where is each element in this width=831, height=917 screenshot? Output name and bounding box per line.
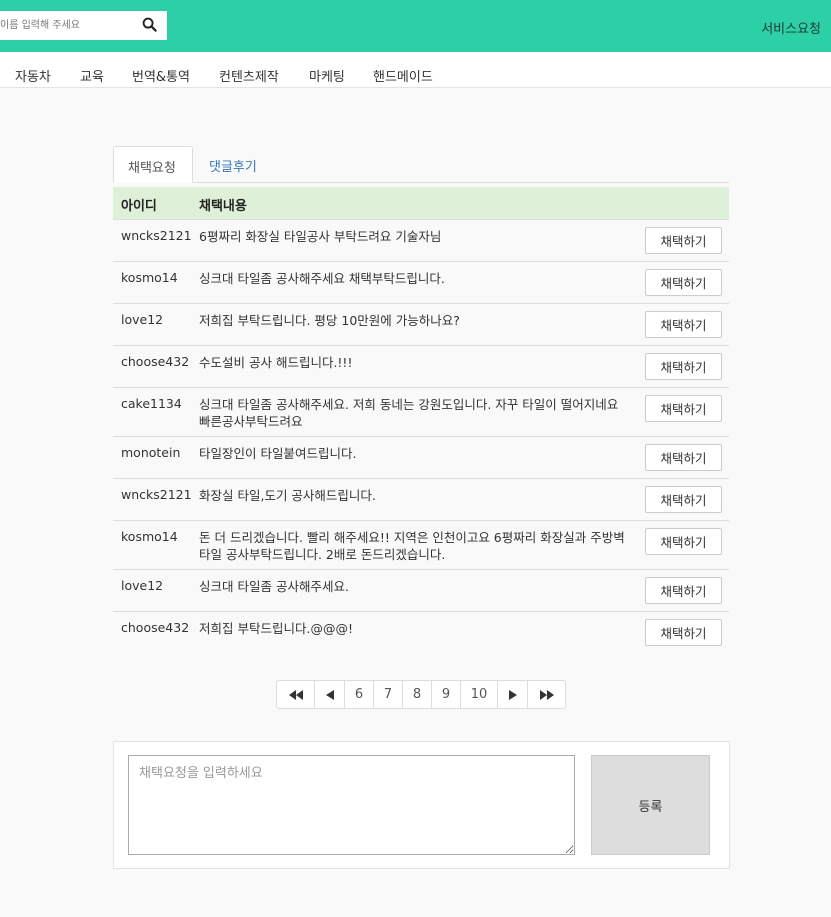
search-box bbox=[0, 11, 167, 40]
table-row: kosmo14 싱크대 타일좀 공사해주세요 채택부탁드립니다. 채택하기 bbox=[113, 261, 729, 303]
table-header: 아이디 채택내용 bbox=[113, 187, 729, 219]
prev-page-icon[interactable] bbox=[314, 681, 344, 708]
next-page-icon[interactable] bbox=[497, 681, 527, 708]
first-page-icon[interactable] bbox=[277, 681, 314, 708]
adopt-button[interactable]: 채택하기 bbox=[645, 444, 722, 471]
row-user-id: love12 bbox=[121, 312, 164, 327]
category-marketing[interactable]: 마케팅 bbox=[309, 66, 345, 85]
row-user-id: choose432 bbox=[121, 620, 190, 635]
row-user-id: choose432 bbox=[121, 354, 190, 369]
row-user-id: kosmo14 bbox=[121, 270, 178, 285]
table-row: kosmo14 돈 더 드리겠습니다. 빨리 해주세요!! 지역은 인천이고요 … bbox=[113, 520, 729, 569]
top-header: 서비스요청 bbox=[0, 0, 831, 52]
tab-comment-review[interactable]: 댓글후기 bbox=[195, 146, 271, 183]
category-content[interactable]: 컨텐츠제작 bbox=[219, 66, 279, 85]
row-content: 싱크대 타일좀 공사해주세요. bbox=[199, 579, 349, 594]
row-user-id: love12 bbox=[121, 578, 164, 593]
row-content: 저희집 부탁드립니다.@@@! bbox=[199, 621, 353, 636]
category-education[interactable]: 교육 bbox=[80, 66, 104, 85]
table-row: love12 저희집 부탁드립니다. 평당 10만원에 가능하나요? 채택하기 bbox=[113, 303, 729, 345]
row-content: 타일장인이 타일붙여드립니다. bbox=[199, 446, 357, 461]
table-row: cake1134 싱크대 타일좀 공사해주세요. 저희 동네는 강원도입니다. … bbox=[113, 387, 729, 436]
row-user-id: wncks2121 bbox=[121, 487, 192, 502]
page-link[interactable]: 6 bbox=[344, 681, 373, 708]
adopt-button[interactable]: 채택하기 bbox=[645, 353, 722, 380]
row-content: 6평짜리 화장실 타일공사 부탁드려요 기술자님 bbox=[199, 229, 442, 244]
row-content: 돈 더 드리겠습니다. 빨리 해주세요!! 지역은 인천이고요 6평짜리 화장실… bbox=[199, 530, 625, 562]
page-link[interactable]: 10 bbox=[460, 681, 497, 708]
last-page-icon[interactable] bbox=[527, 681, 565, 708]
request-compose-panel: 등록 bbox=[113, 741, 730, 869]
page-link[interactable]: 9 bbox=[431, 681, 460, 708]
category-handmade[interactable]: 핸드메이드 bbox=[373, 66, 433, 85]
search-input[interactable] bbox=[0, 11, 140, 40]
table-row: wncks2121 화장실 타일,도기 공사해드립니다. 채택하기 bbox=[113, 478, 729, 520]
adopt-button[interactable]: 채택하기 bbox=[645, 269, 722, 296]
request-table: 아이디 채택내용 wncks2121 6평짜리 화장실 타일공사 부탁드려요 기… bbox=[113, 187, 729, 653]
adopt-button[interactable]: 채택하기 bbox=[645, 311, 722, 338]
adopt-button[interactable]: 채택하기 bbox=[645, 528, 722, 555]
adopt-button[interactable]: 채택하기 bbox=[645, 395, 722, 422]
table-row: wncks2121 6평짜리 화장실 타일공사 부탁드려요 기술자님 채택하기 bbox=[113, 219, 729, 261]
register-button[interactable]: 등록 bbox=[591, 755, 710, 855]
row-user-id: monotein bbox=[121, 445, 181, 460]
row-user-id: kosmo14 bbox=[121, 529, 178, 544]
adopt-button[interactable]: 채택하기 bbox=[645, 227, 722, 254]
column-header-content: 채택내용 bbox=[199, 199, 247, 214]
search-icon[interactable] bbox=[142, 17, 157, 32]
row-content: 저희집 부탁드립니다. 평당 10만원에 가능하나요? bbox=[199, 313, 460, 328]
request-textarea[interactable] bbox=[128, 755, 575, 855]
adopt-button[interactable]: 채택하기 bbox=[645, 486, 722, 513]
row-user-id: wncks2121 bbox=[121, 228, 192, 243]
service-request-link[interactable]: 서비스요청 bbox=[761, 18, 821, 37]
adopt-button[interactable]: 채택하기 bbox=[645, 619, 722, 646]
row-content: 싱크대 타일좀 공사해주세요 채택부탁드립니다. bbox=[199, 271, 445, 286]
tab-bar: 채택요청 댓글후기 bbox=[113, 146, 729, 183]
table-row: choose432 저희집 부탁드립니다.@@@! 채택하기 bbox=[113, 611, 729, 653]
column-header-id: 아이디 bbox=[121, 199, 157, 214]
row-content: 화장실 타일,도기 공사해드립니다. bbox=[199, 488, 376, 503]
adopt-button[interactable]: 채택하기 bbox=[645, 577, 722, 604]
table-row: choose432 수도설비 공사 해드립니다.!!! 채택하기 bbox=[113, 345, 729, 387]
row-content: 수도설비 공사 해드립니다.!!! bbox=[199, 355, 353, 370]
row-user-id: cake1134 bbox=[121, 396, 182, 411]
category-nav: 자동차 교육 번역&통역 컨텐츠제작 마케팅 핸드메이드 bbox=[0, 52, 831, 88]
row-content: 싱크대 타일좀 공사해주세요. 저희 동네는 강원도입니다. 자꾸 타일이 떨어… bbox=[199, 397, 619, 429]
page-link[interactable]: 8 bbox=[402, 681, 431, 708]
table-row: monotein 타일장인이 타일붙여드립니다. 채택하기 bbox=[113, 436, 729, 478]
table-row: love12 싱크대 타일좀 공사해주세요. 채택하기 bbox=[113, 569, 729, 611]
category-car[interactable]: 자동차 bbox=[15, 66, 51, 85]
tab-adoption-request[interactable]: 채택요청 bbox=[113, 146, 193, 183]
category-translation[interactable]: 번역&통역 bbox=[132, 66, 190, 85]
pagination: 6 7 8 9 10 bbox=[276, 680, 566, 709]
page-link[interactable]: 7 bbox=[373, 681, 402, 708]
